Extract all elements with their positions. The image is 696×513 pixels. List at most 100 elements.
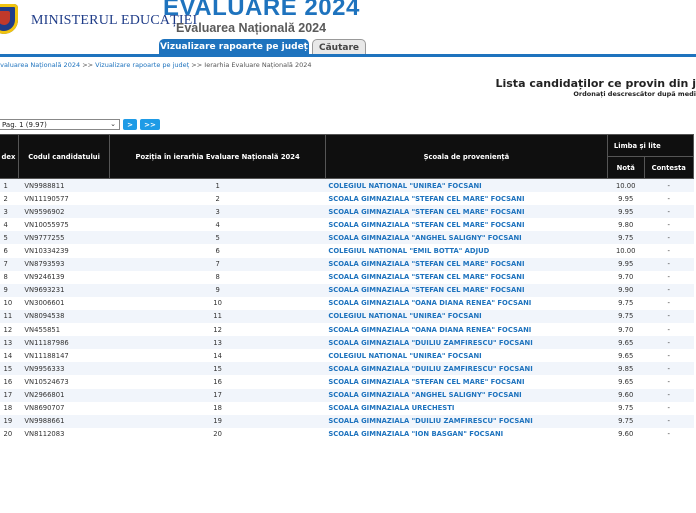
- breadcrumb: Evaluarea Națională 2024 >> Vizualizare …: [0, 61, 312, 69]
- school-link[interactable]: SCOALA GIMNAZIALA URECHESTI: [325, 401, 608, 415]
- table-row: 3 VN9596902 3 SCOALA GIMNAZIALA "STEFAN CEL…: [0, 205, 694, 219]
- row-index: 19: [0, 414, 19, 428]
- header-subject-group: Limba și lite: [606, 134, 695, 157]
- ranking-position: 19: [109, 414, 326, 428]
- contest-value: -: [644, 323, 694, 337]
- row-index: 16: [0, 375, 19, 389]
- contest-value: -: [644, 244, 694, 258]
- school-link[interactable]: SCOALA GIMNAZIALA "DUILIU ZAMFIRESCU" FO…: [325, 362, 608, 376]
- next-page-button[interactable]: >: [123, 119, 137, 130]
- row-index: 7: [0, 257, 19, 271]
- row-index: 8: [0, 270, 19, 284]
- row-index: 17: [0, 388, 19, 402]
- breadcrumb-link-home[interactable]: Evaluarea Națională 2024: [0, 61, 80, 69]
- grade-value: 9.65: [607, 349, 645, 363]
- school-link[interactable]: COLEGIUL NATIONAL "UNIREA" FOCSANI: [325, 178, 608, 193]
- contest-value: -: [644, 296, 694, 310]
- row-index: 10: [0, 296, 19, 310]
- ranking-position: 4: [109, 218, 326, 232]
- table-row: 10 VN3006601 10 SCOALA GIMNAZIALA "OANA DIA…: [0, 296, 694, 310]
- contest-value: -: [644, 309, 694, 324]
- school-link[interactable]: SCOALA GIMNAZIALA "ANGHEL SALIGNY" FOCSA…: [325, 388, 608, 402]
- row-index: 11: [0, 309, 19, 324]
- school-link[interactable]: SCOALA GIMNAZIALA "OANA DIANA RENEA" FOC…: [325, 323, 608, 337]
- tab-underline: [0, 54, 696, 57]
- row-index: 5: [0, 231, 19, 245]
- grade-value: 9.70: [607, 270, 645, 284]
- grade-value: 9.60: [607, 427, 645, 441]
- school-link[interactable]: COLEGIUL NATIONAL "UNIREA" FOCSANI: [325, 349, 608, 363]
- ranking-position: 11: [109, 309, 326, 324]
- table-row: 6 VN10334239 6 COLEGIUL NATIONAL "EMIL BOTT…: [0, 244, 694, 258]
- table-row: 14 VN11188147 14 COLEGIUL NATIONAL "UNIREA"…: [0, 349, 694, 363]
- candidate-code: VN11187986: [18, 336, 110, 350]
- school-link[interactable]: SCOALA GIMNAZIALA "DUILIU ZAMFIRESCU" FO…: [325, 336, 608, 350]
- grade-value: 9.60: [607, 388, 645, 402]
- contest-value: -: [644, 218, 694, 232]
- evaluation-subtitle: Evaluarea Națională 2024: [176, 21, 327, 35]
- coat-of-arms-icon: [0, 4, 18, 34]
- candidate-code: VN9596902: [18, 205, 110, 219]
- table-row: 7 VN8793593 7 SCOALA GIMNAZIALA "STEFAN CEL…: [0, 257, 694, 271]
- breadcrumb-separator: >>: [82, 61, 94, 69]
- school-link[interactable]: SCOALA GIMNAZIALA "STEFAN CEL MARE" FOCS…: [325, 270, 608, 284]
- list-title: Lista candidaților ce provin din j: [495, 77, 696, 90]
- ranking-position: 9: [109, 283, 326, 297]
- school-link[interactable]: COLEGIUL NATIONAL "UNIREA" FOCSANI: [325, 309, 608, 324]
- tab-county-reports[interactable]: Vizualizare rapoarte pe județ: [159, 39, 309, 55]
- row-index: 13: [0, 336, 19, 350]
- table-row: 4 VN10055975 4 SCOALA GIMNAZIALA "STEFAN CE…: [0, 218, 694, 232]
- ranking-position: 10: [109, 296, 326, 310]
- grade-value: 9.95: [607, 205, 645, 219]
- ranking-position: 18: [109, 401, 326, 415]
- school-link[interactable]: SCOALA GIMNAZIALA "STEFAN CEL MARE" FOCS…: [325, 192, 608, 206]
- table-row: 1 VN9988811 1 COLEGIUL NATIONAL "UNIREA" FO…: [0, 178, 694, 193]
- list-subtitle: Ordonați descrescător după medi: [573, 90, 696, 98]
- ranking-position: 5: [109, 231, 326, 245]
- candidate-code: VN9777255: [18, 231, 110, 245]
- school-link[interactable]: SCOALA GIMNAZIALA "STEFAN CEL MARE" FOCS…: [325, 205, 608, 219]
- school-link[interactable]: SCOALA GIMNAZIALA "STEFAN CEL MARE" FOCS…: [325, 218, 608, 232]
- ranking-position: 3: [109, 205, 326, 219]
- school-link[interactable]: SCOALA GIMNAZIALA "STEFAN CEL MARE" FOCS…: [325, 283, 608, 297]
- ranking-position: 7: [109, 257, 326, 271]
- breadcrumb-link-county[interactable]: Vizualizare rapoarte pe județ: [95, 61, 189, 69]
- grade-value: 9.65: [607, 375, 645, 389]
- ranking-position: 20: [109, 427, 326, 441]
- school-link[interactable]: SCOALA GIMNAZIALA "ANGHEL SALIGNY" FOCSA…: [325, 231, 608, 245]
- table-row: 8 VN9246139 8 SCOALA GIMNAZIALA "STEFAN CEL…: [0, 270, 694, 284]
- candidate-code: VN9956333: [18, 362, 110, 376]
- table-row: 16 VN10524673 16 SCOALA GIMNAZIALA "STEFAN …: [0, 375, 694, 389]
- row-index: 3: [0, 205, 19, 219]
- candidate-code: VN10524673: [18, 375, 110, 389]
- grade-value: 9.85: [607, 362, 645, 376]
- school-link[interactable]: COLEGIUL NATIONAL "EMIL BOTTA" ADJUD: [325, 244, 608, 258]
- table-row: 19 VN9988661 19 SCOALA GIMNAZIALA "DUILIU Z…: [0, 414, 694, 428]
- ranking-position: 16: [109, 375, 326, 389]
- contest-value: -: [644, 205, 694, 219]
- breadcrumb-separator: >>: [191, 61, 203, 69]
- school-link[interactable]: SCOALA GIMNAZIALA "OANA DIANA RENEA" FOC…: [325, 296, 608, 310]
- table-row: 13 VN11187986 13 SCOALA GIMNAZIALA "DUILIU …: [0, 336, 694, 350]
- school-link[interactable]: SCOALA GIMNAZIALA "STEFAN CEL MARE" FOCS…: [325, 375, 608, 389]
- school-link[interactable]: SCOALA GIMNAZIALA "STEFAN CEL MARE" FOCS…: [325, 257, 608, 271]
- header-note: Notă: [606, 156, 645, 179]
- last-page-button[interactable]: >>: [140, 119, 160, 130]
- contest-value: -: [644, 270, 694, 284]
- row-index: 6: [0, 244, 19, 258]
- candidate-code: VN11188147: [18, 349, 110, 363]
- candidate-code: VN9693231: [18, 283, 110, 297]
- header-contest: Contesta: [643, 156, 695, 179]
- ranking-position: 8: [109, 270, 326, 284]
- page-select[interactable]: Pag. 1 (9.97) ⌄: [0, 119, 120, 130]
- candidate-code: VN8793593: [18, 257, 110, 271]
- row-index: 14: [0, 349, 19, 363]
- school-link[interactable]: SCOALA GIMNAZIALA "DUILIU ZAMFIRESCU" FO…: [325, 414, 608, 428]
- school-link[interactable]: SCOALA GIMNAZIALA "ION BASGAN" FOCSANI: [325, 427, 608, 441]
- candidate-code: VN3006601: [18, 296, 110, 310]
- grade-value: 10.00: [607, 178, 645, 193]
- row-index: 18: [0, 401, 19, 415]
- row-index: 2: [0, 192, 19, 206]
- grade-value: 9.75: [607, 231, 645, 245]
- table-row: 2 VN11190577 2 SCOALA GIMNAZIALA "STEFAN CE…: [0, 192, 694, 206]
